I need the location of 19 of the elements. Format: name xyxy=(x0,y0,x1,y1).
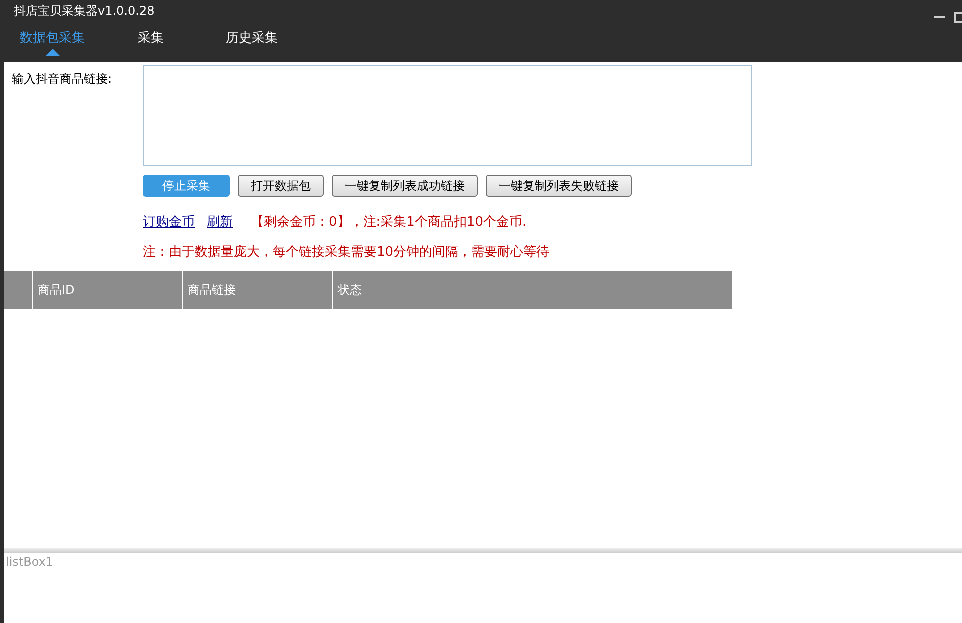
column-header: 状态 xyxy=(333,271,732,309)
tab[interactable]: 历史采集 xyxy=(226,22,326,54)
header-cell xyxy=(4,271,32,309)
placeholder-text: listBox1 xyxy=(6,555,54,569)
window-title: 抖店宝贝采集器v1.0.0.28 xyxy=(14,2,156,20)
column-header: 商品ID xyxy=(33,271,182,309)
note-text: 注：由于数据量庞大，每个链接采集需要10分钟的间隔，需要耐心等待 xyxy=(143,244,551,261)
minimize-icon[interactable] xyxy=(934,15,946,19)
action-button[interactable]: 一键复制列表成功链接 xyxy=(332,175,478,197)
link-input-field[interactable] xyxy=(143,65,752,166)
column-header: 商品链接 xyxy=(183,271,332,309)
action-button[interactable]: 一键复制列表失败链接 xyxy=(486,175,632,197)
link[interactable]: 订购金币 xyxy=(143,213,195,231)
link[interactable]: 刷新 xyxy=(207,213,233,231)
tab[interactable]: 采集 xyxy=(138,22,226,54)
maximize-icon[interactable] xyxy=(954,12,962,22)
action-button[interactable]: 打开数据包 xyxy=(238,175,324,197)
field-label: 输入抖音商品链接: xyxy=(11,71,114,88)
coin-notice: 【剩余金币：0】，注:采集1个商品扣10个金币. xyxy=(251,214,527,231)
